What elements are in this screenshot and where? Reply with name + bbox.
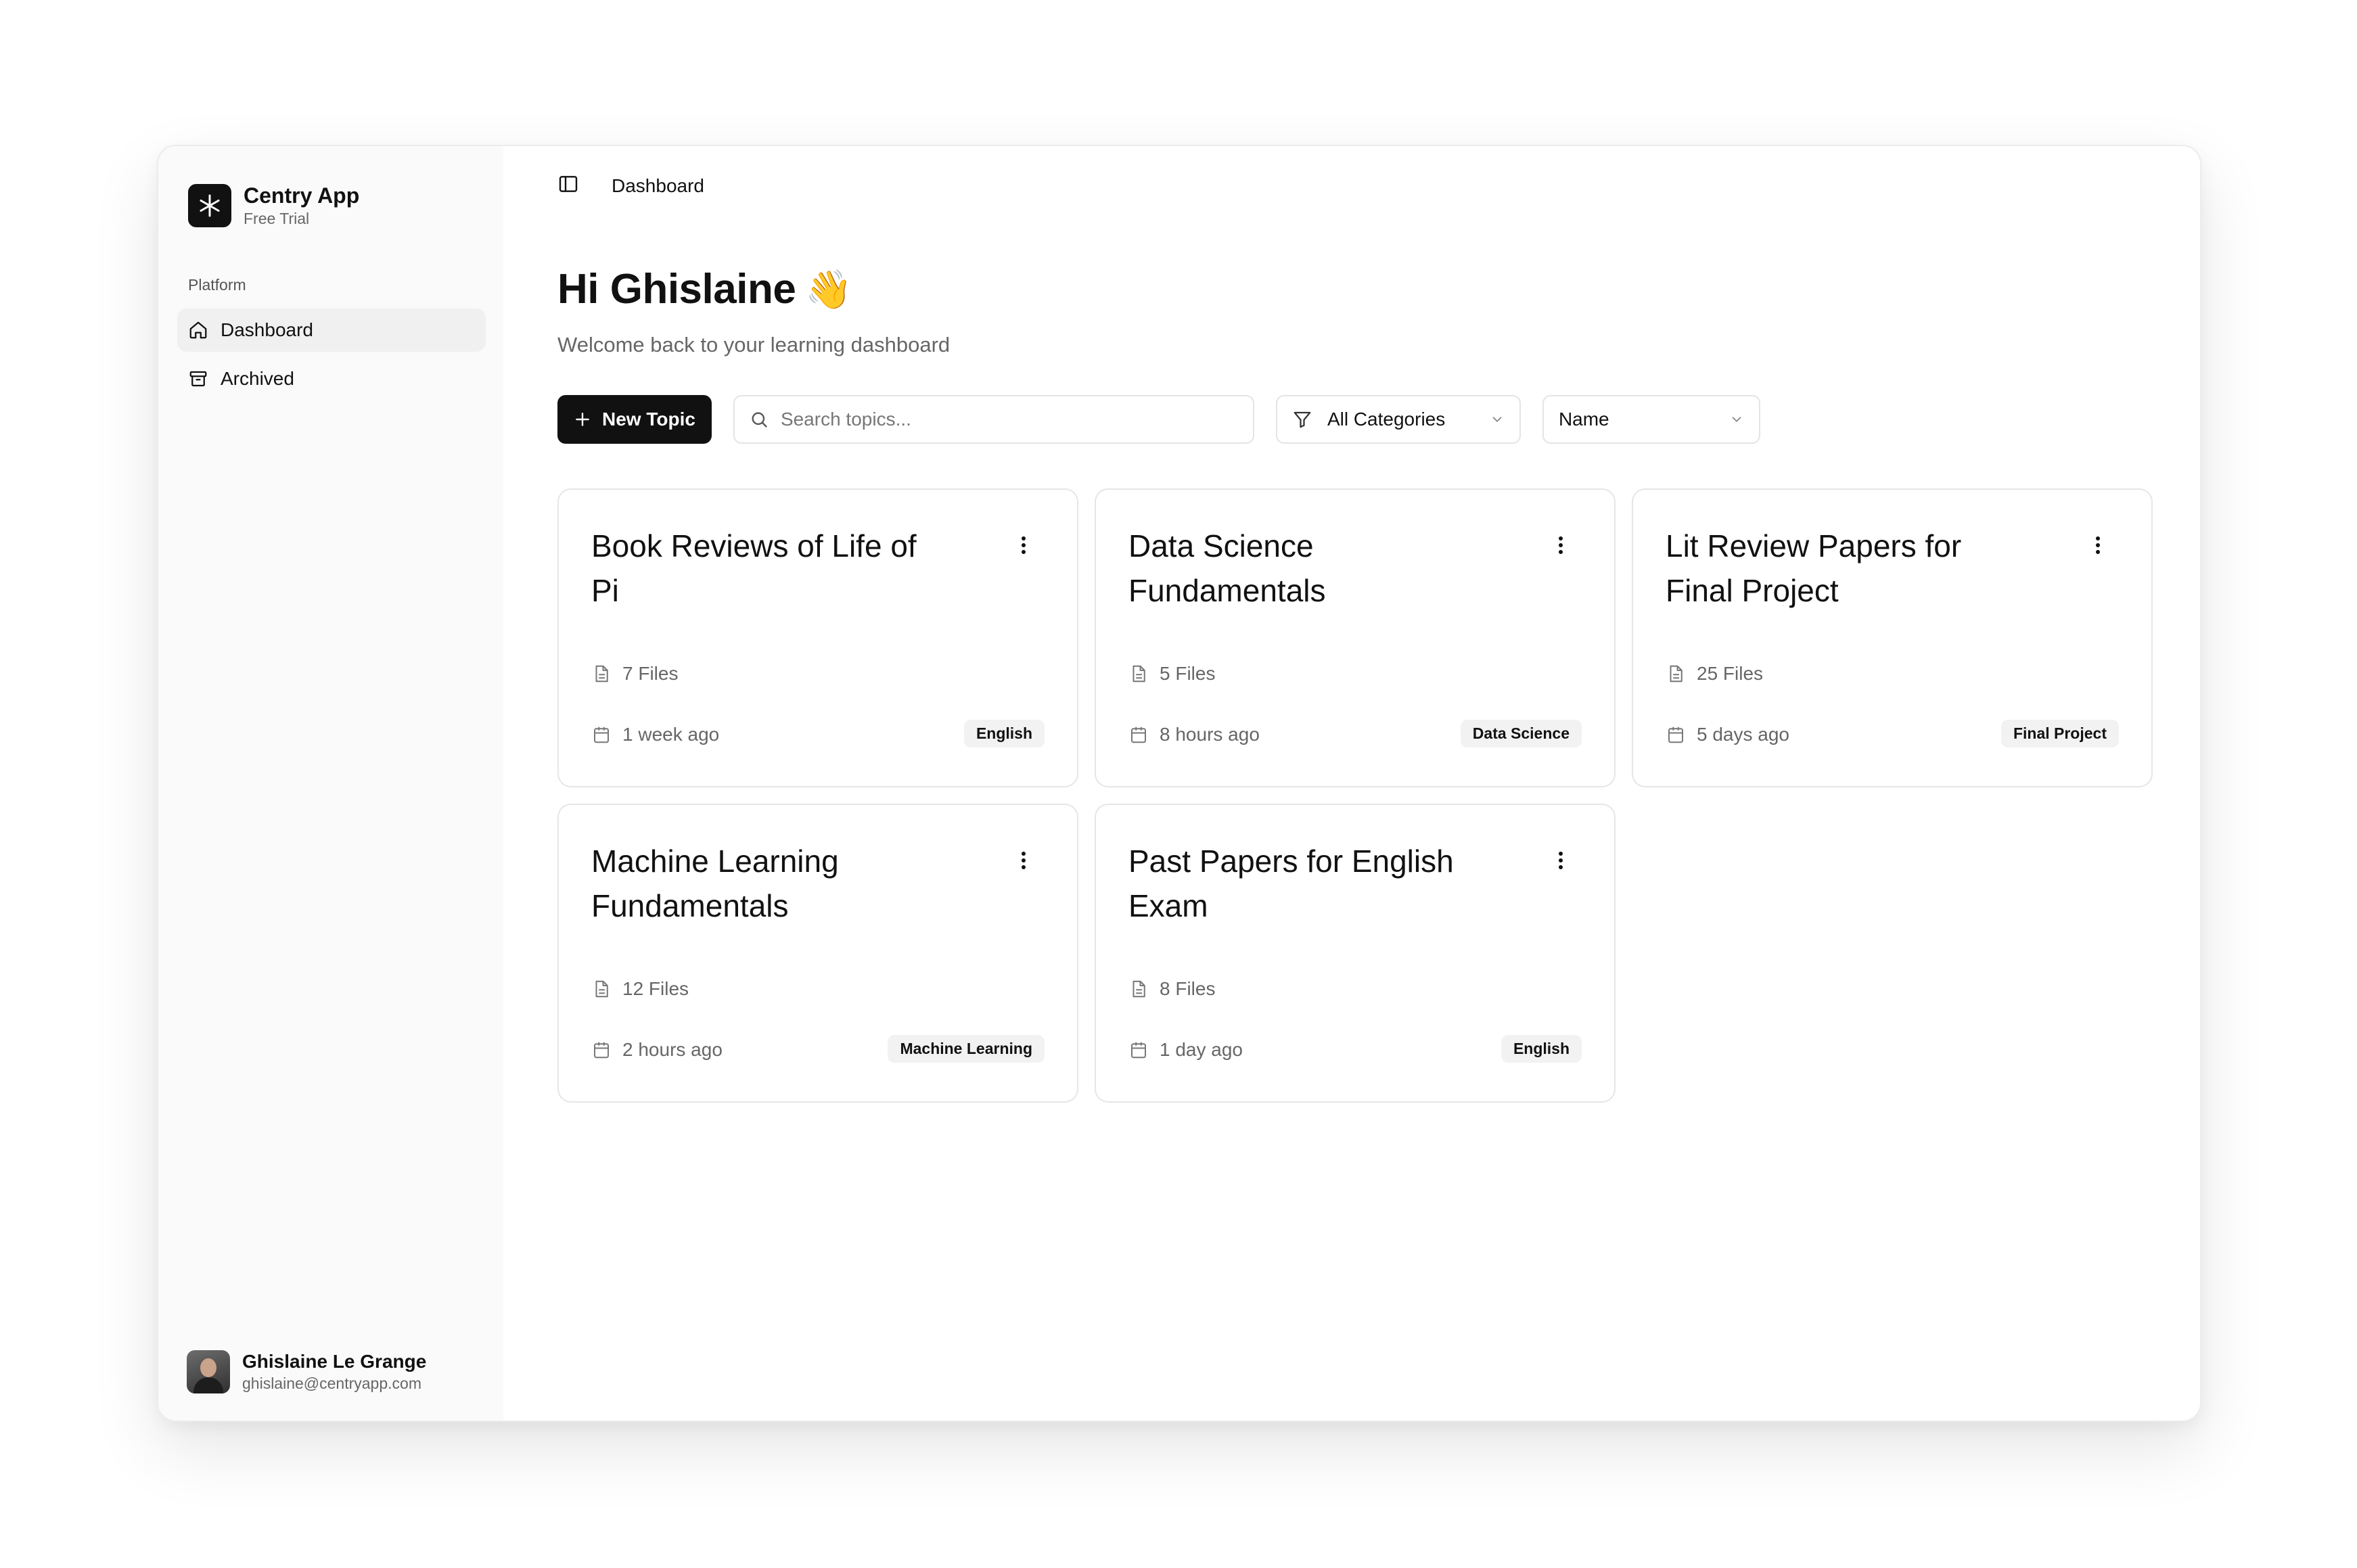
topic-title: Past Papers for English Exam: [1128, 844, 1454, 923]
topic-title: Lit Review Papers for Final Project: [1666, 528, 1962, 608]
topic-updated: 1 day ago: [1128, 1039, 1243, 1061]
file-icon: [595, 980, 608, 998]
toolbar: New Topic All Categories: [557, 395, 1760, 444]
chevron-down-icon: [1732, 417, 1741, 423]
topic-title: Machine Learning Fundamentals: [591, 844, 839, 923]
topic-file-count: 12 Files: [591, 978, 689, 1000]
search-input[interactable]: [780, 409, 1227, 430]
file-count-text: 8 Files: [1160, 978, 1216, 999]
more-options-button[interactable]: [1551, 847, 1571, 874]
search-icon: [752, 412, 767, 428]
sidebar-item-archived[interactable]: Archived: [177, 357, 486, 400]
breadcrumb[interactable]: Dashboard: [612, 175, 704, 197]
brand[interactable]: Centry App Free Trial: [188, 183, 359, 229]
file-icon: [1132, 665, 1145, 683]
app-window: Centry App Free Trial Platform Dashboard…: [157, 145, 2201, 1422]
more-options-button[interactable]: [1551, 532, 1571, 559]
section-label-platform: Platform: [188, 276, 246, 294]
category-badge: English: [1501, 1035, 1582, 1063]
category-filter-value: All Categories: [1327, 409, 1446, 430]
more-vertical-icon: [1559, 852, 1563, 869]
topic-card[interactable]: Data Science Fundamentals 5 Files 8 hour…: [1095, 488, 1616, 787]
category-badge: English: [963, 720, 1045, 747]
user-name: Ghislaine Le Grange: [242, 1351, 427, 1372]
category-badge: Final Project: [2000, 720, 2119, 747]
file-icon: [595, 665, 608, 683]
more-vertical-icon: [1022, 852, 1026, 869]
sidebar-item-dashboard[interactable]: Dashboard: [177, 308, 486, 352]
topic-title: Book Reviews of Life of Pi: [591, 528, 917, 608]
avatar: [187, 1350, 230, 1393]
topbar: Dashboard: [557, 173, 704, 198]
more-vertical-icon: [1559, 536, 1563, 554]
category-badge: Machine Learning: [888, 1035, 1045, 1063]
updated-text: 8 hours ago: [1160, 724, 1260, 745]
file-count-text: 5 Files: [1160, 663, 1216, 684]
sort-select[interactable]: Name: [1542, 395, 1760, 444]
new-topic-button[interactable]: New Topic: [557, 395, 712, 444]
sort-value: Name: [1558, 409, 1609, 430]
calendar-icon: [1131, 727, 1146, 743]
topic-updated: 1 week ago: [591, 724, 719, 745]
user-profile[interactable]: Ghislaine Le Grange ghislaine@centryapp.…: [187, 1350, 426, 1393]
new-topic-label: New Topic: [602, 409, 695, 430]
sidebar-toggle-icon: [559, 176, 578, 192]
sidebar-nav: Dashboard Archived: [177, 308, 486, 406]
file-count-text: 12 Files: [622, 978, 689, 999]
greeting-text: Hi Ghislaine: [557, 266, 796, 313]
app-name: Centry App: [244, 183, 360, 208]
topic-updated: 8 hours ago: [1128, 724, 1260, 745]
user-email: ghislaine@centryapp.com: [242, 1375, 421, 1392]
archive-icon: [189, 371, 207, 387]
sidebar-toggle-button[interactable]: [557, 173, 579, 198]
sidebar-item-label: Archived: [221, 368, 294, 389]
sidebar: Centry App Free Trial Platform Dashboard…: [158, 146, 503, 1421]
page-subtitle: Welcome back to your learning dashboard: [557, 333, 951, 356]
more-options-button[interactable]: [1013, 532, 1034, 559]
more-vertical-icon: [1022, 536, 1026, 554]
main-content: Dashboard Hi Ghislaine 👋 Welcome back to…: [503, 146, 2200, 1421]
category-filter-select[interactable]: All Categories: [1275, 395, 1521, 444]
page-title: Hi Ghislaine 👋: [557, 265, 852, 313]
updated-text: 2 hours ago: [622, 1039, 723, 1060]
chevron-down-icon: [1492, 417, 1502, 423]
topic-updated: 2 hours ago: [591, 1039, 723, 1061]
plus-icon: [576, 413, 589, 426]
updated-text: 1 week ago: [622, 724, 720, 745]
search-box[interactable]: [733, 395, 1254, 444]
plan-label: Free Trial: [244, 210, 310, 227]
topic-file-count: 7 Files: [591, 663, 678, 685]
file-count-text: 7 Files: [622, 663, 679, 684]
calendar-icon: [594, 1042, 609, 1059]
topic-file-count: 5 Files: [1128, 663, 1215, 685]
topic-file-count: 8 Files: [1128, 978, 1215, 1000]
topic-card[interactable]: Book Reviews of Life of Pi 7 Files 1 wee…: [557, 488, 1078, 787]
waving-hand-icon: 👋: [805, 267, 852, 310]
topic-title: Data Science Fundamentals: [1128, 528, 1326, 608]
updated-text: 1 day ago: [1160, 1039, 1243, 1060]
category-badge: Data Science: [1460, 720, 1582, 747]
calendar-icon: [594, 727, 609, 743]
asterisk-logo-icon: [188, 184, 231, 227]
calendar-icon: [1668, 727, 1683, 743]
topic-card[interactable]: Machine Learning Fundamentals 12 Files 2…: [557, 804, 1078, 1103]
updated-text: 5 days ago: [1697, 724, 1789, 745]
topic-file-count: 25 Files: [1666, 663, 1763, 685]
file-icon: [1132, 980, 1145, 998]
file-count-text: 25 Files: [1697, 663, 1764, 684]
topic-grid: Book Reviews of Life of Pi 7 Files 1 wee…: [557, 488, 2153, 1103]
home-icon: [189, 321, 207, 339]
sidebar-item-label: Dashboard: [221, 319, 313, 340]
more-vertical-icon: [2096, 536, 2100, 554]
more-options-button[interactable]: [1013, 847, 1034, 874]
topic-card[interactable]: Past Papers for English Exam 8 Files 1 d…: [1095, 804, 1616, 1103]
file-icon: [1670, 665, 1683, 683]
filter-icon: [1294, 411, 1311, 428]
topic-card[interactable]: Lit Review Papers for Final Project 25 F…: [1632, 488, 2153, 787]
calendar-icon: [1131, 1042, 1146, 1059]
topic-updated: 5 days ago: [1666, 724, 1789, 745]
more-options-button[interactable]: [2088, 532, 2108, 559]
